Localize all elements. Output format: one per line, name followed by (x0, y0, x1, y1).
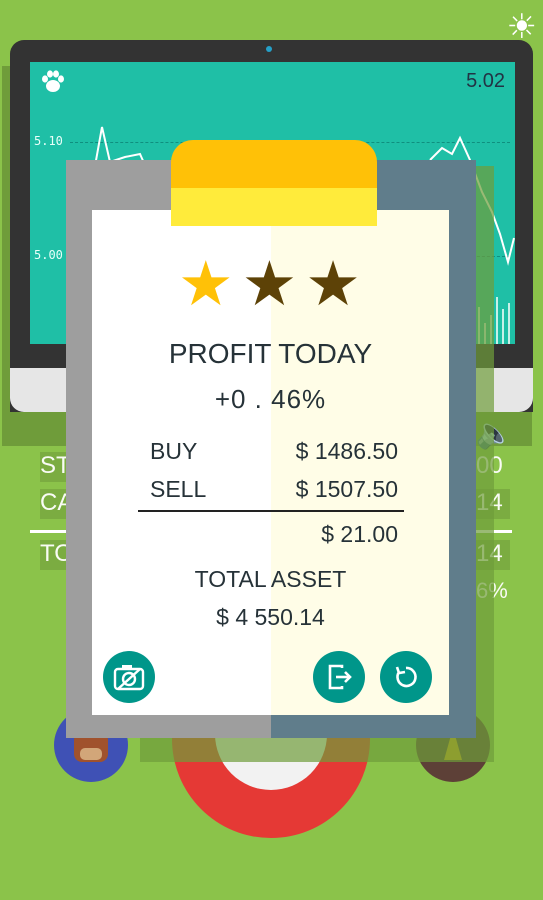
sell-value: $ 1507.50 (295, 476, 398, 502)
restart-icon (395, 666, 417, 688)
sun-icon[interactable]: ☀ (507, 10, 537, 44)
sum-divider (138, 510, 404, 512)
total-asset-label: TOTAL ASSET (194, 566, 347, 592)
buy-value: $ 1486.50 (295, 438, 398, 464)
exit-button[interactable] (313, 651, 365, 703)
restart-button[interactable] (380, 651, 432, 703)
buy-label: BUY (150, 438, 198, 464)
webcam-dot (266, 46, 272, 52)
profit-percent: +0 . 46% (214, 384, 327, 414)
star-empty-icon: ★ (241, 250, 298, 319)
profit-difference: $ 21.00 (321, 521, 398, 547)
screenshot-button[interactable] (103, 651, 155, 703)
star-rating: ★ ★ ★ (178, 254, 361, 316)
report-title: PROFIT TODAY (168, 338, 373, 369)
clipboard-clip (171, 140, 377, 190)
clipboard-clip-band (171, 188, 377, 226)
star-filled-icon: ★ (178, 250, 234, 319)
sell-label: SELL (150, 476, 207, 502)
total-asset-value: $ 4 550.14 (216, 604, 325, 630)
exit-icon (328, 664, 352, 690)
camera-icon (113, 665, 145, 691)
star-empty-icon: ★ (305, 250, 361, 319)
